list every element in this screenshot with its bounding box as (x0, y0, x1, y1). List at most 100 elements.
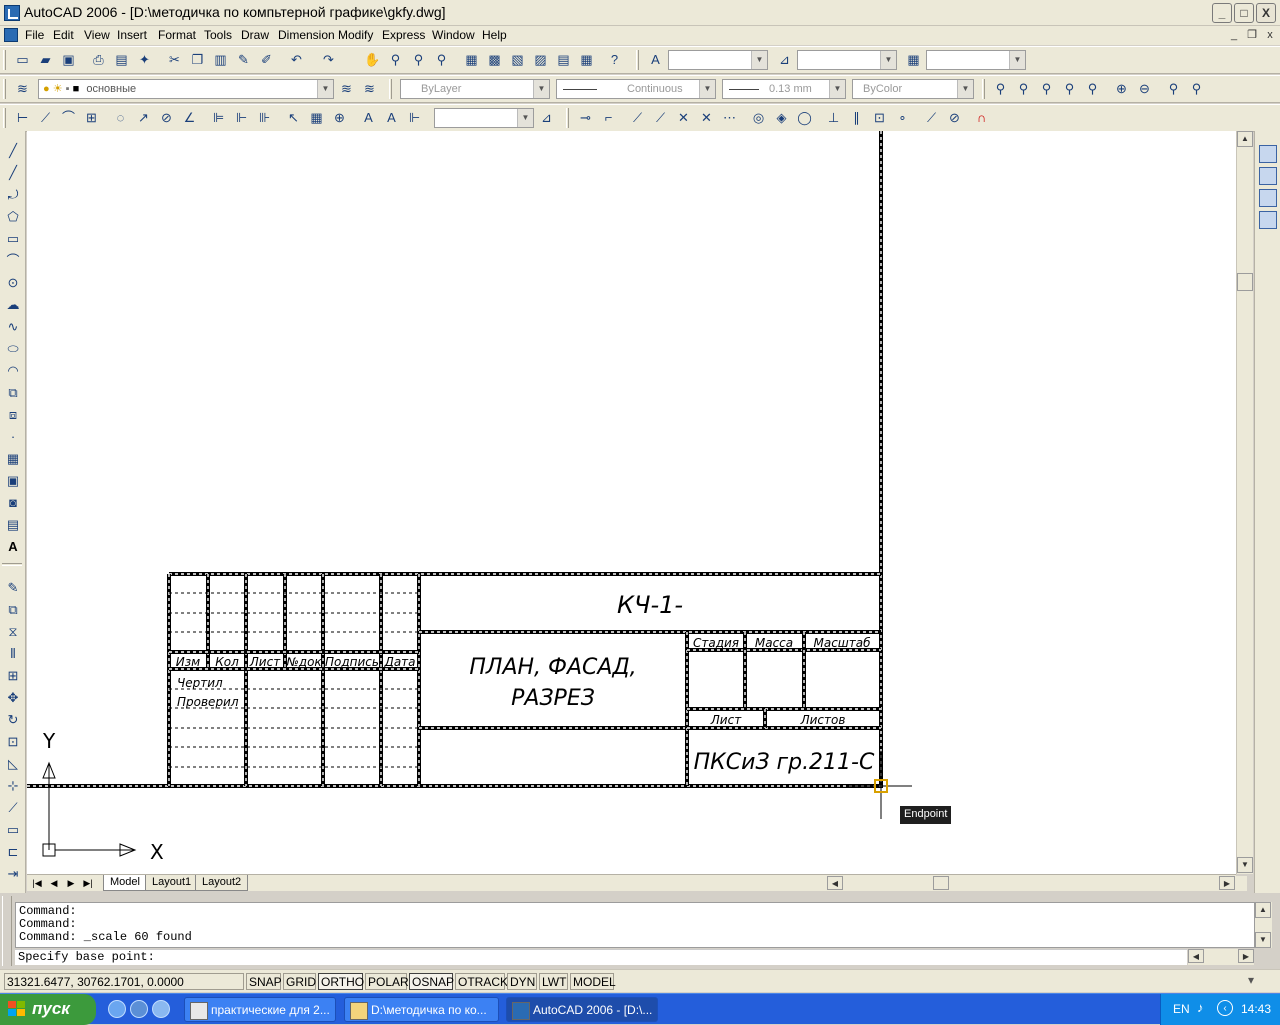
table-style-combo[interactable]: ▼ (926, 50, 1026, 70)
toolbar-grip[interactable] (566, 108, 569, 128)
color-combo[interactable]: ByLayer ▼ (400, 79, 550, 99)
zoom-all-icon[interactable]: ⚲ (1163, 79, 1184, 99)
zoom-center-icon[interactable]: ⚲ (1059, 79, 1080, 99)
polyline-icon[interactable]: ⤾ (3, 185, 23, 205)
ordinate-dimension-icon[interactable]: ⊞ (81, 108, 102, 128)
toolbar-grip[interactable] (3, 108, 6, 128)
region-icon[interactable]: ◙ (3, 493, 23, 513)
layer-combo[interactable]: ● ☀ ▪ ■ основные ▼ (38, 79, 334, 99)
scroll-thumb[interactable] (1237, 273, 1253, 291)
tolerance-icon[interactable]: ▦ (306, 108, 327, 128)
zoom-scale-icon[interactable]: ⚲ (1036, 79, 1057, 99)
jogged-dimension-icon[interactable]: ↗ (133, 108, 154, 128)
dim-style-combo[interactable]: ▼ (797, 50, 897, 70)
taskbar-item-autocad[interactable]: AutoCAD 2006 - [D:\... (506, 997, 658, 1022)
block-editor-icon[interactable]: ✐ (256, 50, 277, 70)
scroll-down-icon[interactable]: ▼ (1255, 932, 1271, 948)
insert-block-icon[interactable]: ⧉ (3, 383, 23, 403)
text-style-icon[interactable]: A (645, 50, 666, 70)
match-properties-icon[interactable]: ✎ (233, 50, 254, 70)
menu-help[interactable]: Help (482, 28, 507, 42)
coordinate-display[interactable]: 31321.6477, 30762.1701, 0.0000 (4, 973, 244, 990)
cut-icon[interactable]: ✂ (164, 50, 185, 70)
dimension-update-icon[interactable]: ⊩ (404, 108, 425, 128)
start-button[interactable]: пуск (0, 994, 96, 1025)
layer-previous-icon[interactable]: ≋ (359, 79, 380, 99)
linetype-combo[interactable]: Continuous ▼ (556, 79, 716, 99)
snap-perpendicular-icon[interactable]: ⊥ (823, 108, 844, 128)
plot-preview-icon[interactable]: ▤ (111, 50, 132, 70)
menu-tools[interactable]: Tools (204, 28, 232, 42)
polar-toggle[interactable]: POLAR (365, 973, 409, 990)
layer-manager-icon[interactable]: ≋ (12, 79, 33, 99)
copy-object-icon[interactable]: ⧉ (3, 600, 23, 620)
join-icon[interactable]: ⇥ (3, 864, 23, 884)
status-menu-icon[interactable]: ▾ (1248, 973, 1264, 989)
send-to-back-icon[interactable] (1259, 167, 1277, 185)
properties-icon[interactable]: ▦ (461, 50, 482, 70)
menu-modify[interactable]: Modify (338, 28, 373, 42)
menu-window[interactable]: Window (432, 28, 475, 42)
snap-endpoint-icon[interactable]: ⟋ (627, 108, 648, 128)
paste-icon[interactable]: ▥ (210, 50, 231, 70)
horizontal-scrollbar[interactable]: ◀ ▶ (827, 876, 1247, 891)
snap-none-icon[interactable]: ⊘ (944, 108, 965, 128)
center-mark-icon[interactable]: ⊕ (329, 108, 350, 128)
first-tab-icon[interactable]: |◀ (29, 876, 45, 890)
zoom-realtime-icon[interactable]: ⚲ (385, 50, 406, 70)
osnap-toggle[interactable]: OSNAP (409, 973, 454, 990)
tab-layout1[interactable]: Layout1 (145, 875, 199, 891)
trim-icon[interactable]: ⊹ (3, 776, 23, 796)
temp-tracking-icon[interactable]: ⊸ (575, 108, 596, 128)
break-icon[interactable]: ⊏ (3, 842, 23, 862)
zoom-out-icon[interactable]: ⊖ (1134, 79, 1155, 99)
zoom-object-icon[interactable]: ⚲ (1082, 79, 1103, 99)
ie-quicklaunch-icon[interactable] (108, 1000, 126, 1018)
print-icon[interactable]: ⎙ (88, 50, 109, 70)
save-icon[interactable]: ▣ (58, 50, 79, 70)
array-icon[interactable]: ⊞ (3, 666, 23, 686)
design-center-icon[interactable]: ▩ (484, 50, 505, 70)
dimension-edit-icon[interactable]: A (358, 108, 379, 128)
ortho-toggle[interactable]: ORTHO (318, 973, 364, 990)
menu-file[interactable]: File (25, 28, 44, 42)
sheet-set-icon[interactable]: ▨ (530, 50, 551, 70)
rotate-icon[interactable]: ↻ (3, 710, 23, 730)
snap-from-icon[interactable]: ⌐ (598, 108, 619, 128)
toolbar-grip[interactable] (389, 79, 392, 99)
scroll-thumb[interactable] (933, 876, 949, 890)
toolbar-grip[interactable] (3, 50, 6, 70)
table-icon[interactable]: ▤ (3, 515, 23, 535)
menu-format[interactable]: Format (158, 28, 196, 42)
scroll-left-icon[interactable]: ◀ (827, 876, 843, 890)
tool-palettes-icon[interactable]: ▧ (507, 50, 528, 70)
bring-to-front-icon[interactable] (1259, 145, 1277, 163)
snap-quadrant-icon[interactable]: ◈ (771, 108, 792, 128)
bring-above-icon[interactable] (1259, 189, 1277, 207)
menu-insert[interactable]: Insert (117, 28, 147, 42)
menu-draw[interactable]: Draw (241, 28, 269, 42)
scale-icon[interactable]: ⊡ (3, 732, 23, 752)
snap-node-icon[interactable]: ∘ (892, 108, 913, 128)
publish-icon[interactable]: ✦ (134, 50, 155, 70)
quick-leader-icon[interactable]: ↖ (283, 108, 304, 128)
zoom-window-icon[interactable]: ⚲ (408, 50, 429, 70)
taskbar-item-word[interactable]: практические для 2... (184, 997, 336, 1022)
calculator-icon[interactable]: ▦ (576, 50, 597, 70)
snap-tangent-icon[interactable]: ◯ (794, 108, 815, 128)
minimize-button[interactable]: _ (1212, 3, 1232, 23)
mirror-icon[interactable]: ⧖ (3, 622, 23, 642)
desktop-quicklaunch-icon[interactable] (152, 1000, 170, 1018)
tab-layout2[interactable]: Layout2 (195, 875, 249, 891)
command-window-grip[interactable] (2, 896, 12, 966)
dim-style-icon[interactable]: ⊿ (774, 50, 795, 70)
command-history[interactable]: Command: Command: Command: _scale 60 fou… (15, 902, 1255, 948)
plot-style-combo[interactable]: ByColor ▼ (852, 79, 974, 99)
point-icon[interactable]: · (3, 427, 23, 447)
hatch-icon[interactable]: ▦ (3, 449, 23, 469)
move-icon[interactable]: ✥ (3, 688, 23, 708)
arc-icon[interactable]: ⌒ (3, 251, 23, 271)
undo-icon[interactable]: ↶ (286, 50, 307, 70)
maximize-button[interactable]: □ (1234, 3, 1254, 23)
doc-minimize-button[interactable]: _ (1226, 28, 1242, 42)
